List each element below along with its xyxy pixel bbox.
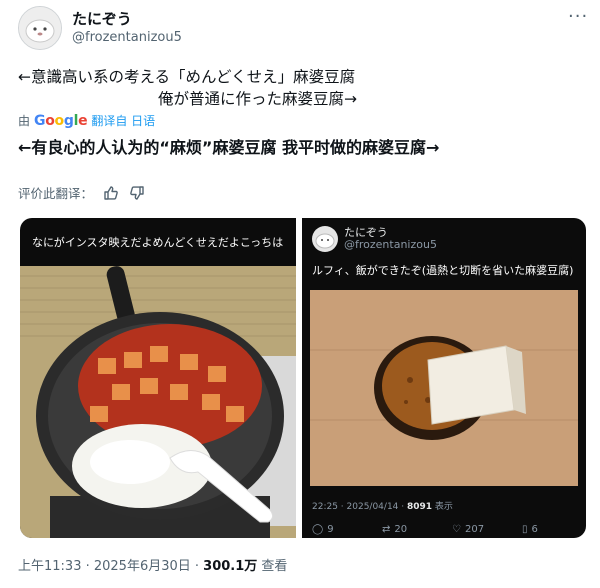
mapo-tofu-pan-photo	[20, 266, 296, 538]
translation-attribution: 由 Google 翻译自 日语	[18, 112, 155, 129]
translated-from-link[interactable]: 翻译自 日语	[91, 112, 155, 129]
image-caption-left: なにがインスタ映えだよめんどくせえだよこっちは	[32, 236, 284, 249]
bookmark-icon: ▯	[522, 524, 528, 535]
post-metadata: 上午11:33 · 2025年6月30日 · 300.1万 查看	[18, 555, 287, 574]
post-text-line-1: ←意識高い系の考える「めんどくせえ」麻婆豆腐	[18, 68, 356, 86]
user-handle[interactable]: @frozentanizou5	[72, 30, 182, 45]
tofu-bowl-photo	[310, 290, 578, 486]
ellipsis-icon[interactable]: ···	[568, 6, 588, 27]
media-image-left[interactable]: なにがインスタ映えだよめんどくせえだよこっちは	[20, 218, 296, 538]
post-text-line-2: 俺が普通に作った麻婆豆腐→	[158, 90, 357, 108]
rate-label: 评价此翻译：	[18, 186, 94, 201]
embedded-handle: @frozentanizou5	[344, 238, 437, 251]
embedded-timestamp: 22:25 · 2025/04/14 · 8091 表示	[312, 502, 453, 512]
embedded-avatar	[312, 226, 338, 252]
avatar[interactable]	[18, 6, 62, 50]
thumbs-up-icon[interactable]	[103, 185, 119, 201]
thumbs-down-icon[interactable]	[129, 185, 145, 201]
bookmark-action: ▯ 6	[522, 524, 538, 535]
rate-translation: 评价此翻译：	[18, 183, 145, 202]
views-label: 查看	[257, 559, 288, 574]
embedded-action-bar: ◯ 9 ⇄ 20 ♡ 207 ▯ 6	[312, 524, 586, 535]
like-action: ♡ 207	[452, 524, 485, 535]
retweet-action: ⇄ 20	[382, 524, 408, 535]
reply-icon: ◯	[312, 524, 324, 535]
retweet-icon: ⇄	[382, 524, 391, 535]
translated-text: ←有良心的人认为的“麻烦”麻婆豆腐 我平时做的麻婆豆腐→	[18, 138, 440, 157]
media-image-right[interactable]: たにぞう @frozentanizou5 ルフィ、飯ができたぞ(過熱と切断を省い…	[302, 218, 586, 538]
embedded-caption: ルフィ、飯ができたぞ(過熱と切断を省いた麻婆豆腐)	[312, 264, 574, 277]
google-logo: Google	[34, 112, 88, 129]
display-name[interactable]: たにぞう	[72, 8, 132, 29]
heart-icon: ♡	[452, 524, 461, 535]
post-timestamp[interactable]: 上午11:33 · 2025年6月30日 ·	[18, 559, 203, 574]
reply-action: ◯ 9	[312, 524, 334, 535]
views-count: 300.1万	[203, 559, 258, 574]
translation-prefix: 由	[18, 114, 31, 128]
